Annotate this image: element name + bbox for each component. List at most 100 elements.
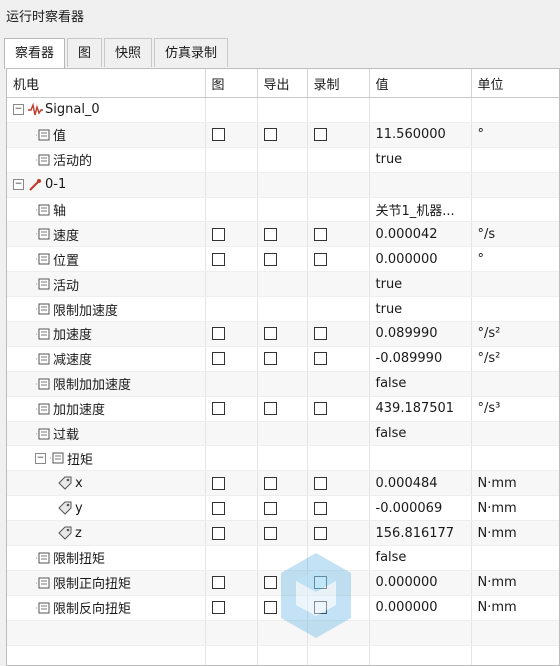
record-checkbox[interactable] [313,352,327,366]
graph-checkbox[interactable] [211,576,225,590]
record-checkbox[interactable] [313,501,327,515]
collapse-toggle[interactable]: − [35,452,46,464]
export-checkbox[interactable] [263,252,277,266]
graph-checkbox[interactable] [211,476,225,490]
export-checkbox[interactable] [263,476,277,490]
table-row[interactable]: 值 11.560000 ° [7,122,559,148]
table-row[interactable]: − 0-1 [7,172,559,198]
record-checkbox[interactable] [313,252,327,266]
tree-node-cell[interactable]: 值 [7,122,206,148]
graph-checkbox[interactable] [211,227,225,241]
export-checkbox[interactable] [263,128,277,142]
tree-node-cell[interactable] [7,645,206,665]
tree-node-cell[interactable]: x [7,470,206,497]
graph-checkbox[interactable] [211,601,225,615]
tree-node-cell[interactable]: 位置 [7,246,206,273]
tab-graph[interactable]: 图 [67,38,103,67]
tree-node-cell[interactable]: − 扭矩 [7,445,206,472]
tree-node-cell[interactable]: 限制扭矩 [7,545,206,571]
tree-node-cell[interactable]: 活动 [7,271,206,298]
unit-cell [471,445,559,472]
value-cell: -0.000069 [369,495,472,522]
export-checkbox[interactable] [263,526,277,540]
export-checkbox[interactable] [263,327,277,341]
record-checkbox[interactable] [313,227,327,241]
table-row[interactable]: 活动的 true [7,147,559,173]
record-checkbox[interactable] [313,476,327,490]
tree-node-cell[interactable]: z [7,520,206,547]
table-row[interactable]: − Signal_0 [7,97,559,123]
table-row[interactable]: 限制加加速度 false [7,371,559,397]
tree-node-cell[interactable]: 速度 [7,221,206,248]
graph-checkbox[interactable] [211,352,225,366]
record-checkbox[interactable] [313,526,327,540]
graph-checkbox[interactable] [211,501,225,515]
collapse-toggle[interactable]: − [13,179,24,191]
record-checkbox[interactable] [313,128,327,142]
tree-node-cell[interactable]: y [7,495,206,522]
table-row[interactable]: − 扭矩 [7,445,559,472]
tree-node-cell[interactable]: − Signal_0 [7,97,206,123]
tab-watcher[interactable]: 察看器 [4,38,66,69]
graph-checkbox[interactable] [211,402,225,416]
graph-checkbox-cell [205,371,258,397]
tree-node-cell[interactable]: 轴 [7,197,206,223]
record-checkbox[interactable] [313,402,327,416]
tree-node-cell[interactable]: 加加速度 [7,396,206,422]
tab-recording[interactable]: 仿真录制 [154,38,229,67]
tree-node-cell[interactable]: 加速度 [7,321,206,347]
collapse-toggle[interactable]: − [13,104,24,116]
table-row[interactable]: 位置 0.000000 ° [7,246,559,273]
export-checkbox[interactable] [263,227,277,241]
export-checkbox-cell [257,97,308,123]
table-row[interactable]: x 0.000484 N·mm [7,470,559,497]
export-checkbox[interactable] [263,576,277,590]
column-header-unit[interactable]: 单位 [471,69,559,98]
table-row[interactable] [7,645,559,665]
graph-checkbox-cell [205,645,258,665]
table-row[interactable]: 加加速度 439.187501 °/s³ [7,396,559,422]
table-row[interactable]: z 156.816177 N·mm [7,520,559,547]
export-checkbox[interactable] [263,601,277,615]
tree-node-cell[interactable]: 活动的 [7,147,206,173]
table-row[interactable]: 限制加速度 true [7,296,559,323]
tree-node-cell[interactable]: 限制加加速度 [7,371,206,397]
record-checkbox-cell [307,495,370,522]
column-header-graph[interactable]: 图 [205,69,258,98]
tree-node-cell[interactable]: 限制加速度 [7,296,206,323]
column-header-mechatronics[interactable]: 机电 [7,69,206,98]
column-header-export[interactable]: 导出 [257,69,308,98]
graph-checkbox[interactable] [211,327,225,341]
unit-cell [471,620,559,646]
graph-checkbox[interactable] [211,252,225,266]
table-row[interactable]: 活动 true [7,271,559,298]
tree-node-cell[interactable] [7,620,206,646]
table-row[interactable]: y -0.000069 N·mm [7,495,559,522]
table-row[interactable]: 加速度 0.089990 °/s² [7,321,559,347]
table-row[interactable]: 速度 0.000042 °/s [7,221,559,248]
record-checkbox-cell [307,296,370,323]
tab-bar: 察看器 图 快照 仿真录制 [4,38,230,69]
tree-node-cell[interactable]: 过载 [7,421,206,447]
tree-node-cell[interactable]: 限制反向扭矩 [7,595,206,621]
column-header-value[interactable]: 值 [369,69,472,98]
unit-cell: N·mm [471,520,559,547]
export-checkbox[interactable] [263,352,277,366]
table-row[interactable]: 轴 关节1_机器... [7,197,559,223]
graph-checkbox[interactable] [211,128,225,142]
record-checkbox[interactable] [313,327,327,341]
tree-node-cell[interactable]: − 0-1 [7,172,206,198]
graph-checkbox-cell [205,470,258,497]
column-header-record[interactable]: 录制 [307,69,370,98]
tree-node-cell[interactable]: 减速度 [7,346,206,372]
tree-node-label: 限制反向扭矩 [53,602,132,618]
tree-node-cell[interactable]: 限制正向扭矩 [7,570,206,596]
tree-node-label: 限制加速度 [53,303,119,319]
graph-checkbox[interactable] [211,526,225,540]
table-row[interactable]: 减速度 -0.089990 °/s² [7,346,559,372]
table-row[interactable]: 过载 false [7,421,559,447]
export-checkbox[interactable] [263,501,277,515]
graph-checkbox-cell [205,620,258,646]
export-checkbox[interactable] [263,402,277,416]
tab-snapshot[interactable]: 快照 [104,38,153,67]
